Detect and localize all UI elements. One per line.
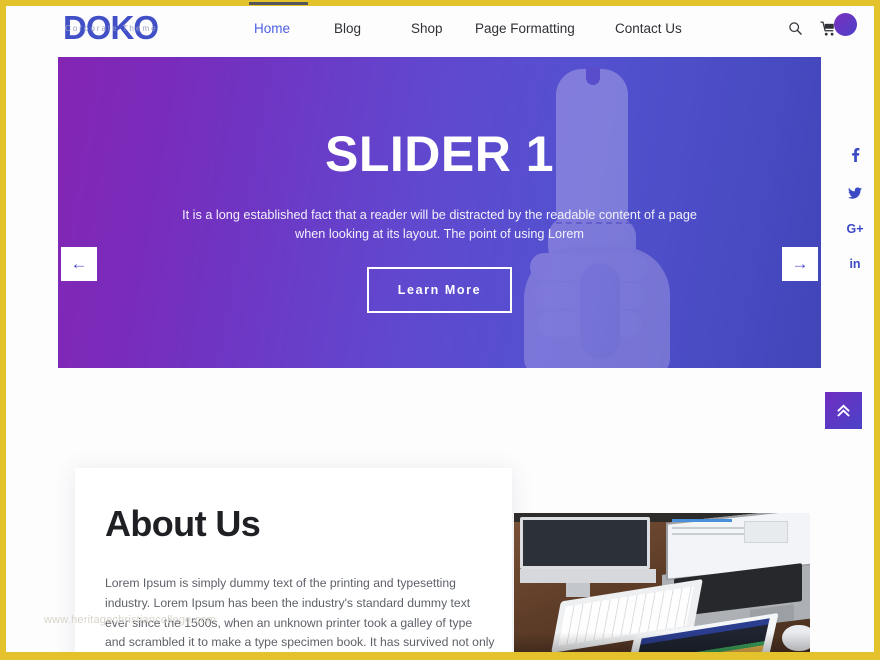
linkedin-icon[interactable]: in bbox=[849, 257, 860, 271]
site-logo[interactable]: DOKO Corporate Theme bbox=[63, 8, 163, 50]
page-watermark: www.heritagechristiancollege.com bbox=[44, 614, 217, 626]
about-body-text: Lorem Ipsum is simply dummy text of the … bbox=[105, 576, 495, 650]
nav-item-page-formatting[interactable]: Page Formatting bbox=[475, 21, 615, 36]
header-actions bbox=[788, 6, 857, 51]
facebook-icon[interactable] bbox=[849, 148, 862, 165]
cart-count-badge bbox=[834, 12, 857, 36]
nav-item-shop[interactable]: Shop bbox=[411, 21, 475, 36]
site-header: DOKO Corporate Theme Home Blog Shop Page… bbox=[6, 6, 874, 51]
double-chevron-up-icon bbox=[837, 403, 850, 417]
hero-slider: SLIDER 1 It is a long established fact t… bbox=[58, 57, 821, 368]
twitter-icon[interactable] bbox=[848, 186, 862, 202]
cart-button[interactable] bbox=[820, 12, 857, 37]
scroll-indicator[interactable] bbox=[249, 2, 308, 5]
slider-prev-arrow-icon[interactable]: ← bbox=[61, 247, 97, 281]
hero-description: It is a long established fact that a rea… bbox=[182, 208, 697, 242]
nav-item-home[interactable]: Home bbox=[254, 21, 334, 36]
hero-title: SLIDER 1 bbox=[324, 126, 555, 182]
browser-frame: DOKO Corporate Theme Home Blog Shop Page… bbox=[0, 0, 880, 660]
main-navigation: Home Blog Shop Page Formatting Contact U… bbox=[254, 6, 715, 51]
about-section-image bbox=[514, 513, 810, 652]
google-plus-icon[interactable]: G+ bbox=[846, 223, 863, 236]
nav-item-blog[interactable]: Blog bbox=[334, 21, 411, 36]
hero-content: SLIDER 1 It is a long established fact t… bbox=[58, 57, 821, 368]
slider-next-arrow-icon[interactable]: → bbox=[782, 247, 818, 281]
scroll-to-top-button[interactable] bbox=[825, 392, 862, 429]
logo-tagline: Corporate Theme bbox=[65, 24, 158, 33]
nav-item-contact-us[interactable]: Contact Us bbox=[615, 21, 715, 36]
learn-more-button[interactable]: Learn More bbox=[366, 266, 513, 313]
about-title: About Us bbox=[105, 503, 261, 544]
search-icon[interactable] bbox=[788, 21, 803, 36]
page-viewport: DOKO Corporate Theme Home Blog Shop Page… bbox=[6, 6, 874, 652]
social-share-rail: G+ in bbox=[842, 148, 868, 270]
